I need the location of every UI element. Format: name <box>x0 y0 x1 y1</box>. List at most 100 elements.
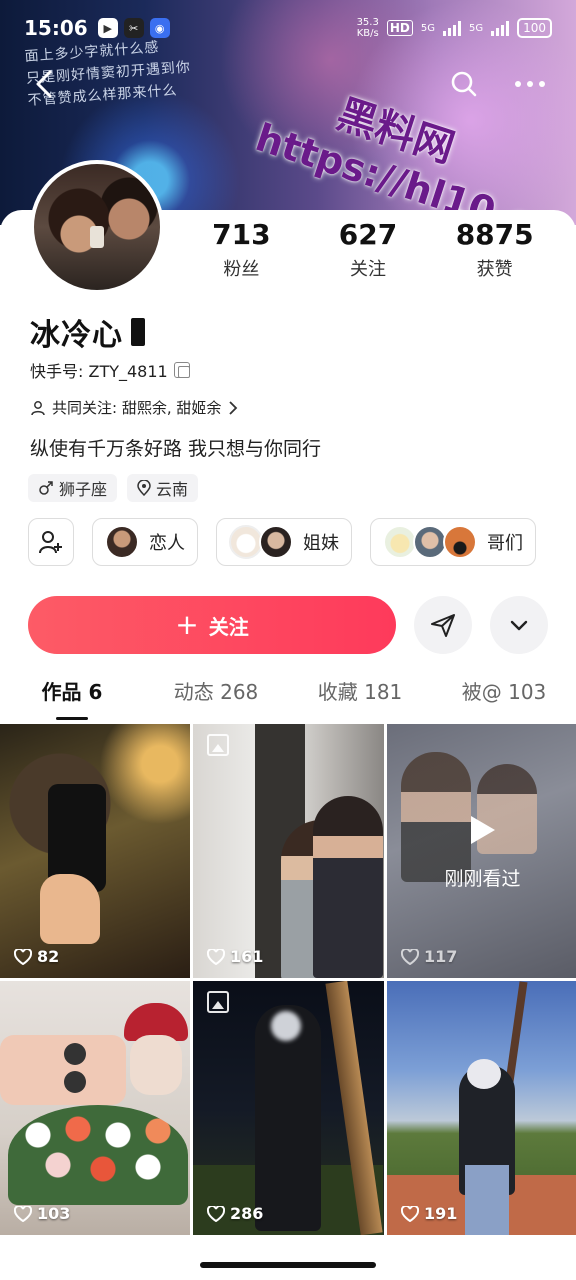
status-indicators: 35.3 KB/s HD 5G 5G 100 <box>357 17 552 39</box>
name-badge <box>131 318 145 346</box>
tab-works[interactable]: 作品 6 <box>0 676 144 720</box>
relation-avatars <box>383 525 477 559</box>
relation-avatar <box>443 525 477 559</box>
stat-following[interactable]: 627 关注 <box>305 218 432 281</box>
chevron-right-icon <box>229 400 238 415</box>
hd-badge: HD <box>386 20 413 36</box>
tag-label: 云南 <box>156 480 189 499</box>
relation-label: 姐妹 <box>303 533 339 554</box>
add-relation-button[interactable] <box>28 518 74 566</box>
signal-label-1: 5G <box>420 22 435 34</box>
status-app-icons: ▶ ✂ ◉ <box>97 18 170 38</box>
add-person-icon <box>39 531 62 554</box>
relation-avatars <box>229 525 293 559</box>
back-button[interactable] <box>28 66 64 102</box>
person-icon <box>31 400 45 415</box>
search-icon <box>451 71 477 97</box>
post-thumbnail-lens <box>64 1071 86 1093</box>
post-thumbnail-phone <box>0 1035 126 1105</box>
avatar[interactable] <box>30 160 164 294</box>
like-count: 161 <box>230 947 264 966</box>
user-id-row: 快手号: ZTY_4811 <box>30 358 190 382</box>
image-post-icon <box>207 991 229 1013</box>
user-id: 快手号: ZTY_4811 <box>30 362 168 381</box>
like-count: 103 <box>37 1204 71 1223</box>
like-count: 117 <box>424 947 458 966</box>
plus-icon: + <box>175 608 199 641</box>
heart-icon <box>207 1205 225 1222</box>
relation-lover[interactable]: 恋人 <box>92 518 198 566</box>
post-tile[interactable]: 191 <box>387 981 576 1235</box>
like-count: 286 <box>230 1204 264 1223</box>
send-message-button[interactable] <box>414 596 472 654</box>
male-icon <box>39 481 53 495</box>
post-thumbnail-lens <box>64 1043 86 1065</box>
post-thumbnail-flowers <box>8 1105 188 1205</box>
heart-icon <box>401 1205 419 1222</box>
profile-stats: 713 粉丝 627 关注 8875 获赞 <box>178 218 558 281</box>
tag-gender-zodiac: 狮子座 <box>28 474 118 502</box>
more-icon <box>515 81 545 87</box>
relations-row: 恋人 姐妹 哥们 <box>28 518 536 566</box>
more-button[interactable] <box>510 68 550 100</box>
app-notification-icon: ◉ <box>149 18 170 38</box>
stat-likes[interactable]: 8875 获赞 <box>431 218 558 281</box>
avatar-phone <box>90 226 104 248</box>
post-thumbnail-hood <box>467 1059 501 1089</box>
signal-label-2: 5G <box>468 22 484 34</box>
heart-icon <box>14 948 32 965</box>
tab-favorites[interactable]: 收藏 181 <box>288 676 432 720</box>
relation-sisters[interactable]: 姐妹 <box>216 518 352 566</box>
profile-tags: 狮子座 云南 <box>28 474 199 502</box>
net-speed-value: 35.3 <box>356 17 379 28</box>
stat-value: 8875 <box>455 218 534 251</box>
play-store-icon: ▶ <box>97 18 118 38</box>
post-tile[interactable]: 刚刚看过 117 <box>387 724 576 978</box>
post-tile[interactable]: 82 <box>0 724 190 978</box>
relation-avatar <box>259 525 293 559</box>
bio: 纵使有千万条好路 我只想与你同行 <box>30 438 322 460</box>
post-thumbnail-person <box>401 752 471 882</box>
post-thumbnail-person <box>313 796 383 978</box>
post-tile[interactable]: 103 <box>0 981 190 1235</box>
post-thumbnail-blur <box>271 1011 301 1041</box>
post-like-count: 161 <box>207 947 263 966</box>
post-thumbnail-jeans <box>465 1165 509 1235</box>
capcut-icon: ✂ <box>123 18 144 38</box>
post-thumbnail-hand <box>40 874 100 944</box>
post-tile[interactable]: 161 <box>193 724 384 978</box>
stat-label: 关注 <box>350 259 386 280</box>
relation-label: 恋人 <box>149 533 185 554</box>
status-bar: 15:06 ▶ ✂ ◉ 35.3 KB/s HD 5G 5G 100 <box>0 0 576 56</box>
follow-label: 关注 <box>208 614 249 639</box>
battery-icon: 100 <box>517 18 552 38</box>
mutual-follow-text: 共同关注: 甜熙余, 甜姬余 <box>52 399 222 417</box>
net-speed: 35.3 KB/s <box>357 17 379 39</box>
mutual-follow-row[interactable]: 共同关注: 甜熙余, 甜姬余 <box>30 397 239 418</box>
status-time: 15:06 <box>24 16 88 40</box>
post-like-count: 82 <box>14 947 59 966</box>
follow-button[interactable]: + 关注 <box>28 596 396 654</box>
name-row: 冰冷心 <box>30 310 145 354</box>
tab-mentions[interactable]: 被@ 103 <box>432 676 576 720</box>
image-post-icon <box>207 734 229 756</box>
copy-icon[interactable] <box>173 362 190 378</box>
tab-moments[interactable]: 动态 268 <box>144 676 288 720</box>
like-count: 191 <box>424 1204 458 1223</box>
tag-location: 云南 <box>127 474 199 502</box>
location-icon <box>137 480 151 496</box>
post-tile[interactable]: 286 <box>193 981 384 1235</box>
search-button[interactable] <box>448 68 480 100</box>
relation-avatar <box>229 525 263 559</box>
posts-grid: 82 161 刚刚看过 117 103 286 191 <box>0 724 576 1236</box>
stat-value: 627 <box>338 218 398 251</box>
signal-icon <box>442 20 461 36</box>
stat-followers[interactable]: 713 粉丝 <box>178 218 305 281</box>
stat-label: 获赞 <box>476 259 513 280</box>
home-indicator[interactable] <box>200 1262 376 1268</box>
heart-icon <box>401 948 419 965</box>
post-like-count: 191 <box>401 1204 457 1223</box>
heart-icon <box>207 948 225 965</box>
more-options-button[interactable] <box>490 596 548 654</box>
relation-bros[interactable]: 哥们 <box>370 518 536 566</box>
